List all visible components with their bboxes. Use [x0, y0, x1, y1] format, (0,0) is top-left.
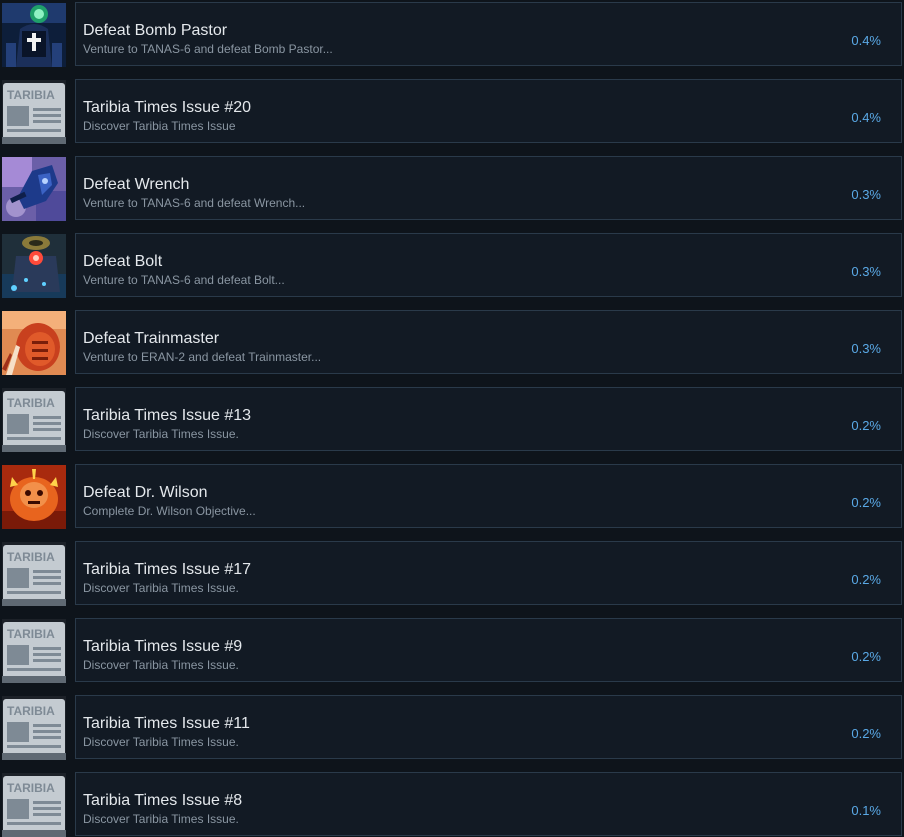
unlock-percentage: 0.3%: [851, 341, 881, 356]
svg-text:TARIBIA: TARIBIA: [7, 88, 55, 102]
achievement-panel: Defeat Dr. Wilson Complete Dr. Wilson Obj…: [75, 464, 902, 528]
achievement-row[interactable]: TARIBIA Taribia Times Issue #8 Discover Ta…: [0, 772, 904, 837]
achievement-panel: Defeat Bolt Venture to TANAS-6 and defeat…: [75, 233, 902, 297]
achievement-title: Taribia Times Issue #13: [83, 407, 252, 424]
unlock-percentage: 0.1%: [851, 803, 881, 818]
taribia-newspaper-icon: TARIBIA: [2, 696, 66, 760]
achievement-row[interactable]: TARIBIA Taribia Times Issue #17 Discover T…: [0, 541, 904, 607]
achievement-description: Venture to TANAS-6 and defeat Wrench...: [83, 196, 306, 210]
achievement-row[interactable]: TARIBIA Taribia Times Issue #11 Discover T…: [0, 695, 904, 761]
achievement-description: Venture to TANAS-6 and defeat Bomb Pasto…: [83, 42, 333, 56]
achievement-description: Discover Taribia Times Issue.: [83, 581, 239, 595]
achievement-title: Defeat Trainmaster: [83, 330, 220, 347]
achievement-panel: Defeat Trainmaster Venture to ERAN-2 and …: [75, 310, 902, 374]
svg-text:TARIBIA: TARIBIA: [7, 396, 55, 410]
achievement-row[interactable]: Defeat Wrench Venture to TANAS-6 and defe…: [0, 156, 904, 222]
achievement-title: Defeat Bolt: [83, 253, 163, 270]
achievement-description: Venture to TANAS-6 and defeat Bolt...: [83, 273, 285, 287]
unlock-percentage: 0.4%: [851, 110, 881, 125]
achievement-description: Discover Taribia Times Issue.: [83, 735, 239, 749]
bomb-pastor-icon: [2, 3, 66, 67]
achievement-row[interactable]: Defeat Dr. Wilson Complete Dr. Wilson Obj…: [0, 464, 904, 530]
achievement-panel: Taribia Times Issue #9 Discover Taribia T…: [75, 618, 902, 682]
achievement-title: Defeat Wrench: [83, 176, 190, 193]
trainmaster-icon: [2, 311, 66, 375]
achievement-panel: Taribia Times Issue #13 Discover Taribia …: [75, 387, 902, 451]
achievement-title: Taribia Times Issue #17: [83, 561, 252, 578]
achievement-description: Complete Dr. Wilson Objective...: [83, 504, 256, 518]
taribia-newspaper-icon: TARIBIA: [2, 619, 66, 683]
achievement-description: Discover Taribia Times Issue.: [83, 812, 239, 826]
unlock-percentage: 0.3%: [851, 264, 881, 279]
achievement-panel: Defeat Bomb Pastor Venture to TANAS-6 and…: [75, 2, 902, 66]
achievement-panel: Taribia Times Issue #8 Discover Taribia T…: [75, 772, 902, 836]
unlock-percentage: 0.2%: [851, 649, 881, 664]
achievement-row[interactable]: TARIBIA Taribia Times Issue #9 Discover Ta…: [0, 618, 904, 684]
achievement-title: Defeat Bomb Pastor: [83, 22, 228, 39]
achievement-description: Venture to ERAN-2 and defeat Trainmaster…: [83, 350, 322, 364]
bolt-boss-icon: [2, 234, 66, 298]
achievement-description: Discover Taribia Times Issue.: [83, 658, 239, 672]
achievement-title: Taribia Times Issue #9: [83, 638, 243, 655]
achievement-description: Discover Taribia Times Issue: [83, 119, 236, 133]
achievement-panel: Defeat Wrench Venture to TANAS-6 and defe…: [75, 156, 902, 220]
taribia-newspaper-icon: TARIBIA: [2, 80, 66, 144]
dr-wilson-icon: [2, 465, 66, 529]
svg-text:TARIBIA: TARIBIA: [7, 704, 55, 718]
unlock-percentage: 0.4%: [851, 33, 881, 48]
achievement-title: Taribia Times Issue #8: [83, 792, 243, 809]
achievement-row[interactable]: Defeat Trainmaster Venture to ERAN-2 and …: [0, 310, 904, 376]
svg-text:TARIBIA: TARIBIA: [7, 550, 55, 564]
achievement-row[interactable]: Defeat Bolt Venture to TANAS-6 and defeat…: [0, 233, 904, 299]
svg-text:TARIBIA: TARIBIA: [7, 627, 55, 641]
achievement-panel: Taribia Times Issue #17 Discover Taribia …: [75, 541, 902, 605]
wrench-boss-icon: [2, 157, 66, 221]
svg-text:TARIBIA: TARIBIA: [7, 781, 55, 795]
unlock-percentage: 0.3%: [851, 187, 881, 202]
taribia-newspaper-icon: TARIBIA: [2, 542, 66, 606]
taribia-newspaper-icon: TARIBIA: [2, 388, 66, 452]
achievement-panel: Taribia Times Issue #20 Discover Taribia …: [75, 79, 902, 143]
achievement-row[interactable]: Defeat Bomb Pastor Venture to TANAS-6 and…: [0, 2, 904, 68]
achievement-title: Taribia Times Issue #20: [83, 99, 252, 116]
unlock-percentage: 0.2%: [851, 726, 881, 741]
achievement-panel: Taribia Times Issue #11 Discover Taribia …: [75, 695, 902, 759]
achievement-title: Taribia Times Issue #11: [83, 715, 250, 732]
achievement-row[interactable]: TARIBIA Taribia Times Issue #20 Discover T…: [0, 79, 904, 145]
unlock-percentage: 0.2%: [851, 418, 881, 433]
unlock-percentage: 0.2%: [851, 495, 881, 510]
achievement-list: Defeat Bomb Pastor Venture to TANAS-6 and…: [0, 0, 904, 837]
achievement-description: Discover Taribia Times Issue.: [83, 427, 239, 441]
achievement-row[interactable]: TARIBIA Taribia Times Issue #13 Discover T…: [0, 387, 904, 453]
achievement-title: Defeat Dr. Wilson: [83, 484, 208, 501]
taribia-newspaper-icon: TARIBIA: [2, 773, 66, 837]
unlock-percentage: 0.2%: [851, 572, 881, 587]
